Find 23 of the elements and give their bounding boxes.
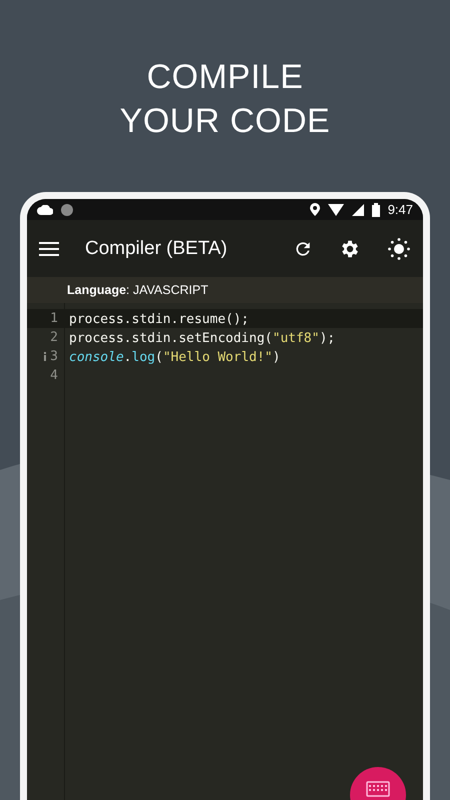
line-number: 1 xyxy=(50,311,58,326)
code-line: process.stdin.setEncoding("utf8"); xyxy=(69,330,336,346)
code-line: process.stdin.resume(); xyxy=(69,310,250,328)
app-title: Compiler (BETA) xyxy=(85,238,228,260)
line-number: 4 xyxy=(50,368,58,383)
status-time: 9:47 xyxy=(388,202,413,217)
headline: COMPILE xyxy=(146,57,304,98)
line-number: 2 xyxy=(50,330,58,345)
circle-icon xyxy=(61,204,73,216)
code-line: console.log("Hello World!") xyxy=(69,348,280,366)
brightness-icon[interactable] xyxy=(387,236,411,260)
info-icon xyxy=(43,352,48,361)
battery-icon xyxy=(372,202,380,216)
menu-icon[interactable] xyxy=(39,240,59,256)
signal-icon xyxy=(352,204,364,216)
location-icon xyxy=(310,203,320,216)
cloud-icon xyxy=(37,204,53,214)
wifi-icon xyxy=(328,204,344,216)
headline: YOUR CODE xyxy=(120,101,330,142)
keyboard-icon xyxy=(366,781,390,797)
language-label: Language: JAVASCRIPT xyxy=(67,283,208,297)
line-number: 3 xyxy=(50,349,58,364)
code-editor[interactable]: 1 process.stdin.resume(); 2 process.stdin.setEncoding("utf8"); 3 console.log("Hello World!") 4 xyxy=(27,303,423,800)
